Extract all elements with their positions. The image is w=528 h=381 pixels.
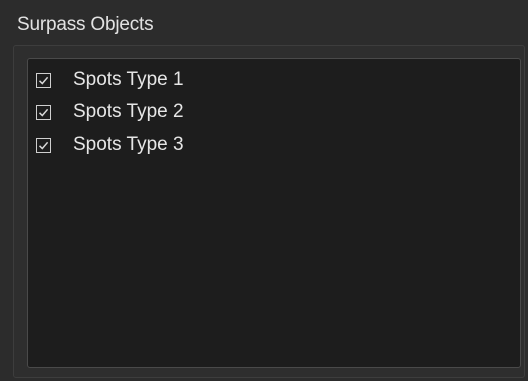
checkmark-icon bbox=[38, 76, 49, 85]
objects-list[interactable]: Spots Type 1 Spots Type 2 Spots Type 3 bbox=[27, 58, 521, 368]
panel-title: Surpass Objects bbox=[17, 14, 154, 35]
list-item-label: Spots Type 2 bbox=[73, 101, 184, 122]
visibility-checkbox[interactable] bbox=[36, 72, 51, 88]
list-item-spots-type-3[interactable]: Spots Type 3 bbox=[36, 130, 184, 160]
visibility-checkbox[interactable] bbox=[36, 104, 51, 120]
list-item-spots-type-1[interactable]: Spots Type 1 bbox=[36, 65, 184, 95]
visibility-checkbox[interactable] bbox=[36, 137, 51, 153]
checkmark-icon bbox=[38, 108, 49, 117]
surpass-objects-panel: Surpass Objects Spots Type 1 Spots Type … bbox=[0, 0, 528, 381]
list-item-label: Spots Type 3 bbox=[73, 134, 184, 155]
checkmark-icon bbox=[38, 141, 49, 150]
list-item-spots-type-2[interactable]: Spots Type 2 bbox=[36, 97, 184, 127]
list-item-label: Spots Type 1 bbox=[73, 69, 184, 90]
